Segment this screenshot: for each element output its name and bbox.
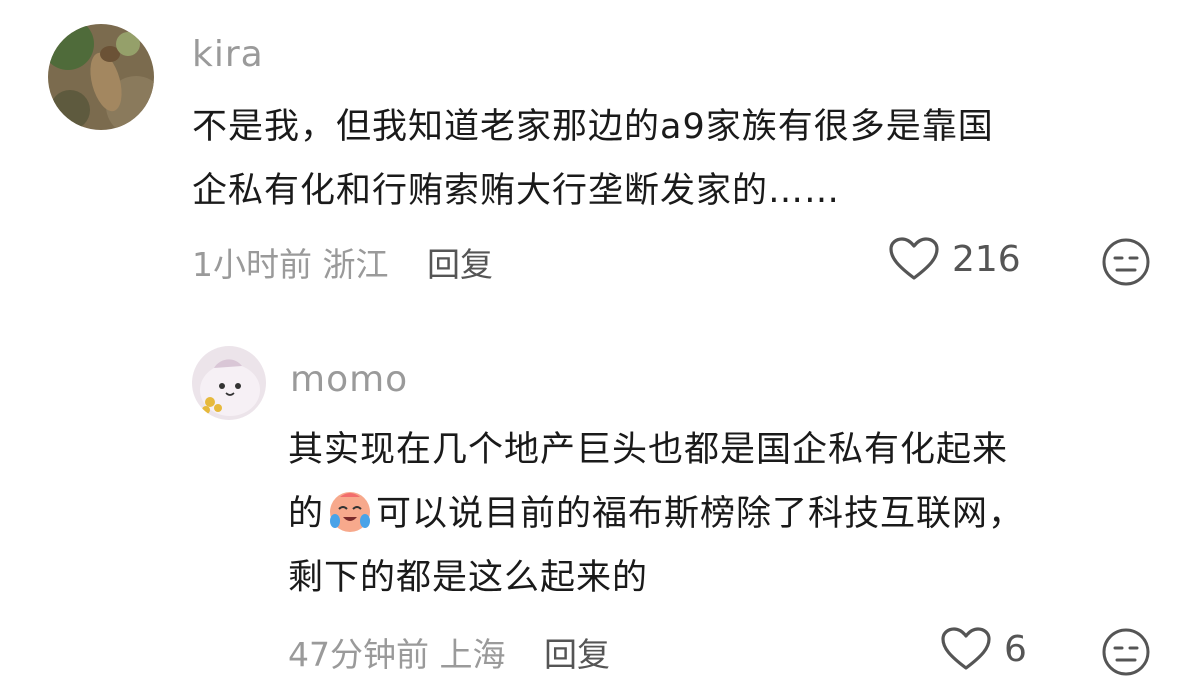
meh-face-icon xyxy=(1102,628,1150,676)
comment-time: 47分钟前 xyxy=(288,635,429,674)
reply-button[interactable]: 回复 xyxy=(544,635,610,674)
comment-meta: 1小时前 浙江 回复 xyxy=(192,238,493,286)
dislike-button[interactable] xyxy=(1100,236,1152,292)
comment-text-fragment: 可以说目前的福布斯榜除了科技互联网， xyxy=(376,494,1025,534)
comment-meta: 47分钟前 上海 回复 xyxy=(288,628,610,676)
meh-face-icon xyxy=(1102,238,1150,286)
avatar[interactable] xyxy=(192,346,266,420)
username[interactable]: kira xyxy=(192,34,264,75)
comment-text-line: 的 可以说目前的福布斯榜除了科技互联网， xyxy=(288,482,1138,546)
comment-text-line: 企私有化和行贿索贿大行垄断发家的…… xyxy=(192,171,841,211)
like-button[interactable]: 6 xyxy=(940,626,1027,672)
heart-outline-icon xyxy=(941,627,991,670)
comment-location: 浙江 xyxy=(322,245,389,284)
like-button[interactable]: 216 xyxy=(888,236,1021,282)
like-count: 216 xyxy=(952,238,1021,280)
heart-outline-icon xyxy=(889,237,939,280)
comment-time: 1小时前 xyxy=(192,245,312,284)
comment-text-line: 剩下的都是这么起来的 xyxy=(288,558,649,598)
username[interactable]: momo xyxy=(290,359,408,400)
comment-text-line: 不是我，但我知道老家那边的a9家族有很多是靠国 xyxy=(192,107,994,147)
reply-button[interactable]: 回复 xyxy=(427,245,493,284)
comment-text-line: 其实现在几个地产巨头也都是国企私有化起来 xyxy=(288,430,1009,470)
comment-text-fragment: 的 xyxy=(288,494,325,534)
crying-laughing-emoji xyxy=(326,487,374,535)
comment-text: 不是我，但我知道老家那边的a9家族有很多是靠国 企私有化和行贿索贿大行垄断发家的… xyxy=(192,95,1132,223)
comment-text: 其实现在几个地产巨头也都是国企私有化起来 的 可以说目前的福布斯榜除了科技互联网… xyxy=(288,418,1138,610)
like-count: 6 xyxy=(1004,628,1027,670)
avatar[interactable] xyxy=(48,24,154,130)
comment-location: 上海 xyxy=(439,635,506,674)
dislike-button[interactable] xyxy=(1100,626,1152,682)
